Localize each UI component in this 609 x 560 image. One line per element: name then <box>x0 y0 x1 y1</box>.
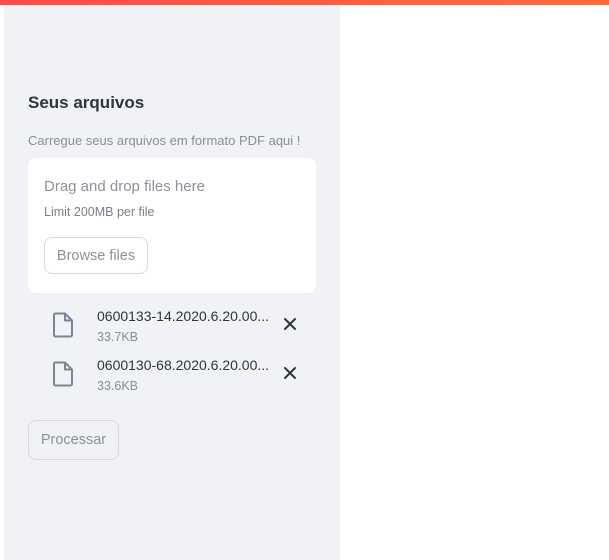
process-button[interactable]: Processar <box>28 420 119 460</box>
file-icon <box>53 312 73 338</box>
dropzone-limit: Limit 200MB per file <box>44 205 155 219</box>
main-content-area <box>340 5 609 560</box>
file-name: 0600133-14.2020.6.20.00... <box>97 308 270 324</box>
sidebar-heading: Seus arquivos <box>28 93 145 112</box>
file-size: 33.7KB <box>97 330 139 344</box>
file-size: 33.6KB <box>97 379 139 393</box>
uploaded-file-item: 0600130-68.2020.6.20.00... 33.6KB <box>28 357 316 401</box>
file-dropzone[interactable]: Drag and drop files here Limit 200MB per… <box>28 158 316 293</box>
file-icon <box>53 361 73 387</box>
close-icon[interactable] <box>280 363 300 383</box>
file-name: 0600130-68.2020.6.20.00... <box>97 357 270 373</box>
dropzone-instructions: Drag and drop files here <box>44 178 205 195</box>
uploaded-file-item: 0600133-14.2020.6.20.00... 33.7KB <box>28 308 316 352</box>
sidebar: Seus arquivos Carregue seus arquivos em … <box>4 5 340 560</box>
close-icon[interactable] <box>280 314 300 334</box>
upload-caption: Carregue seus arquivos em formato PDF aq… <box>28 133 301 148</box>
app-window: Seus arquivos Carregue seus arquivos em … <box>0 0 609 560</box>
browse-files-button[interactable]: Browse files <box>44 237 148 274</box>
